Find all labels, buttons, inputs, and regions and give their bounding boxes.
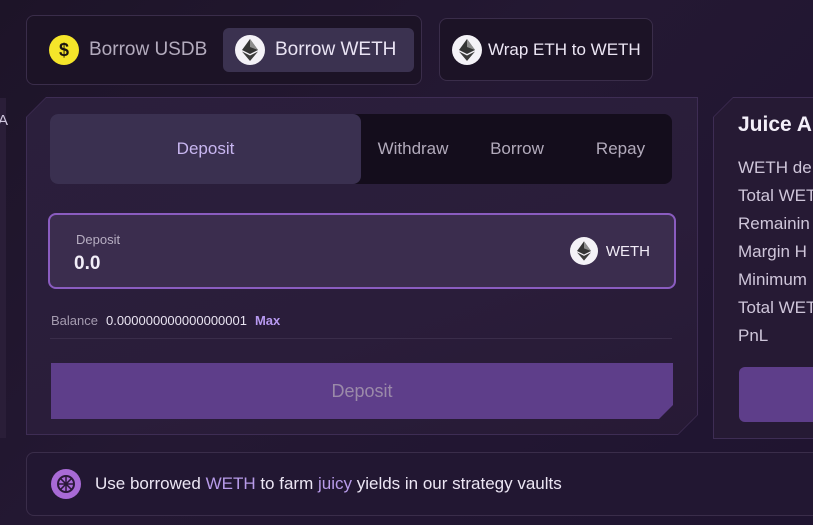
tab-repay[interactable]: Repay bbox=[569, 114, 672, 184]
deposit-field-label: Deposit bbox=[76, 232, 121, 247]
lime-icon bbox=[51, 469, 81, 499]
divider bbox=[50, 338, 672, 339]
token-symbol: WETH bbox=[605, 242, 650, 260]
eth-icon bbox=[569, 237, 598, 265]
left-panel-edge bbox=[0, 98, 6, 438]
borrow-weth-label: Borrow WETH bbox=[275, 39, 397, 60]
promo-text-pre: Use borrowed bbox=[95, 474, 206, 493]
tab-withdraw-label: Withdraw bbox=[377, 139, 449, 158]
strategy-vaults-banner[interactable]: Use borrowed WETH to farm juicy yields i… bbox=[26, 452, 813, 516]
side-stat-label: PnL bbox=[738, 326, 769, 345]
side-stat-label: Total WET bbox=[738, 186, 813, 205]
eth-icon bbox=[235, 35, 265, 65]
wrap-eth-button[interactable]: Wrap ETH to WETH bbox=[439, 18, 653, 81]
promo-text: Use borrowed WETH to farm juicy yields i… bbox=[95, 474, 562, 494]
side-stat-label: Margin H bbox=[738, 242, 807, 261]
promo-highlight: juicy bbox=[317, 474, 352, 493]
deposit-submit-label: Deposit bbox=[331, 380, 393, 401]
token-chip: WETH bbox=[569, 237, 650, 265]
max-button[interactable]: Max bbox=[255, 313, 280, 328]
borrow-asset-toggle: $ Borrow USDB Borrow WETH bbox=[26, 15, 422, 85]
side-stat-label: Minimum bbox=[738, 270, 807, 289]
balance-row: Balance 0.000000000000000001 Max bbox=[51, 313, 280, 328]
deposit-amount-input[interactable] bbox=[74, 253, 374, 275]
eth-icon bbox=[452, 34, 482, 65]
borrow-usdb-label: Borrow USDB bbox=[89, 39, 208, 60]
tab-deposit[interactable]: Deposit bbox=[50, 114, 361, 184]
promo-text-post: yields in our strategy vaults bbox=[351, 474, 562, 493]
tab-withdraw[interactable]: Withdraw bbox=[361, 114, 465, 184]
balance-value: 0.000000000000000001 bbox=[105, 313, 247, 328]
borrow-weth-button[interactable]: Borrow WETH bbox=[223, 28, 414, 72]
side-stat-label: Total WET bbox=[738, 298, 813, 317]
deposit-amount-field[interactable]: Deposit WETH bbox=[48, 213, 676, 289]
wrap-eth-label: Wrap ETH to WETH bbox=[488, 39, 641, 59]
deposit-submit-button[interactable]: Deposit bbox=[51, 363, 673, 419]
promo-text-mid: to farm bbox=[255, 474, 318, 493]
side-panel-title: Juice A bbox=[738, 113, 812, 136]
action-tabs: Deposit Withdraw Borrow Repay bbox=[50, 114, 672, 184]
side-stat-label: WETH de bbox=[738, 158, 812, 177]
tab-borrow[interactable]: Borrow bbox=[465, 114, 569, 184]
tab-deposit-label: Deposit bbox=[176, 139, 235, 158]
promo-token: WETH bbox=[205, 474, 256, 493]
side-stat-label: Remainin bbox=[738, 214, 810, 233]
tab-borrow-label: Borrow bbox=[490, 139, 544, 158]
borrow-usdb-button[interactable]: $ Borrow USDB bbox=[45, 28, 225, 72]
balance-label: Balance bbox=[51, 313, 98, 328]
tab-repay-label: Repay bbox=[595, 139, 646, 158]
left-panel-fragment: A bbox=[0, 112, 9, 129]
usdb-coin-icon: $ bbox=[49, 35, 79, 65]
side-panel-button[interactable] bbox=[739, 367, 813, 422]
